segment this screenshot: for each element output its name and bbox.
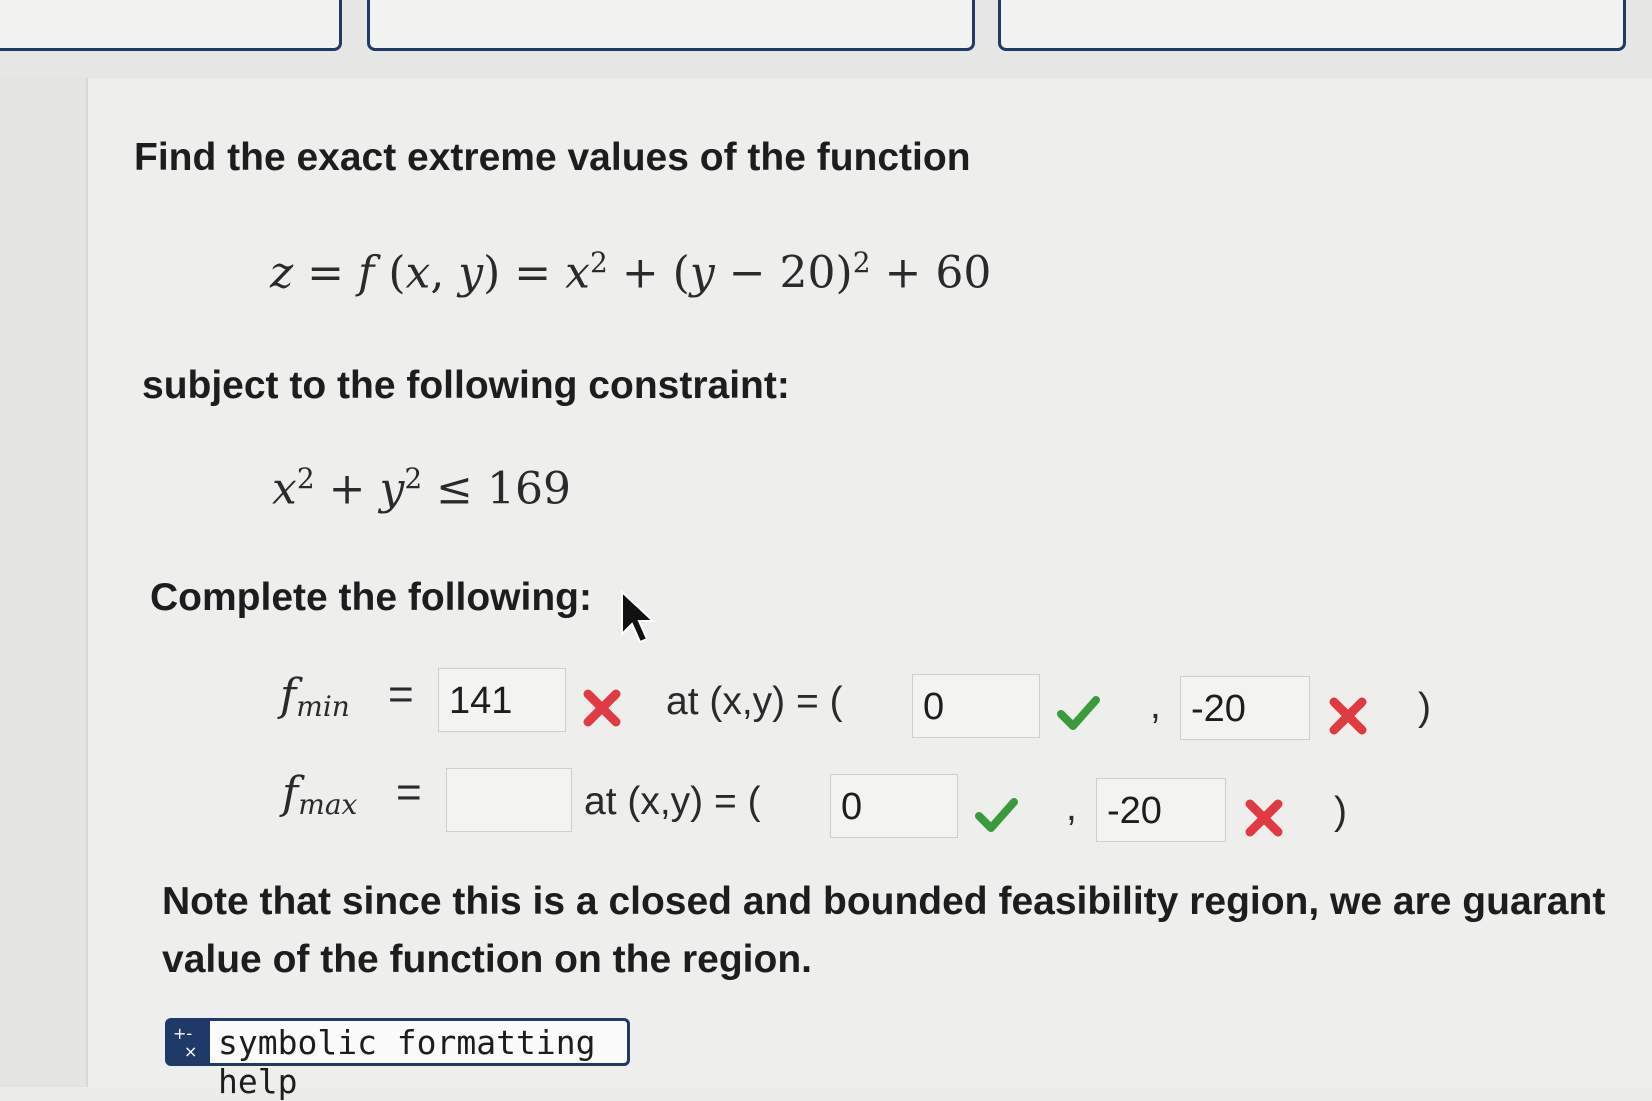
tab-button-right[interactable] [998, 0, 1626, 51]
cross-icon [1245, 799, 1283, 837]
fmin-comma: , [1150, 684, 1161, 727]
fmax-at-label: at (x,y) = ( [584, 780, 761, 823]
cross-icon [583, 689, 621, 727]
left-margin [0, 78, 88, 1087]
fmax-y-input[interactable]: -20 [1096, 778, 1226, 842]
fmin-y-input[interactable]: -20 [1180, 676, 1310, 740]
question-intro: Find the exact extreme values of the fun… [134, 136, 971, 179]
fmin-label: fmin [280, 670, 350, 723]
fmax-x-input[interactable]: 0 [830, 774, 958, 838]
constraint-inequality: x2 + y2 ≤ 169 [272, 462, 572, 515]
svg-text:+-: +- [173, 1024, 192, 1043]
fmax-label: fmax [282, 768, 358, 821]
fmin-equals: = [388, 670, 414, 719]
fmin-close-paren: ) [1418, 686, 1431, 729]
fmax-equals: = [396, 768, 422, 817]
svg-text:×: × [184, 1042, 197, 1061]
symbolic-help-icon: +- × [168, 1021, 210, 1063]
top-nav-bar [0, 0, 1652, 78]
check-icon [975, 798, 1018, 832]
function-equation: z = f (x, y) = x2 + (y − 20)2 + 60 [270, 246, 992, 299]
note-line-2: value of the function on the region. [162, 938, 812, 981]
check-icon [1057, 696, 1100, 730]
fmin-value-input[interactable]: 141 [438, 668, 566, 732]
tab-button-left[interactable] [0, 0, 342, 51]
help-label: symbolic formatting help [218, 1023, 596, 1101]
note-line-1: Note that since this is a closed and bou… [162, 880, 1606, 923]
constraint-intro: subject to the following constraint: [142, 364, 790, 407]
fmax-close-paren: ) [1334, 790, 1347, 833]
complete-label: Complete the following: [150, 576, 592, 619]
fmin-at-label: at (x,y) = ( [666, 680, 843, 723]
fmin-x-input[interactable]: 0 [912, 674, 1040, 738]
symbolic-formatting-help-button[interactable]: +- × symbolic formatting help [165, 1018, 630, 1101]
fmax-value-input[interactable] [446, 768, 572, 832]
fmax-comma: , [1066, 786, 1077, 829]
cursor-arrow-icon [621, 590, 656, 644]
tab-button-middle[interactable] [367, 0, 975, 51]
cross-icon [1329, 697, 1367, 735]
